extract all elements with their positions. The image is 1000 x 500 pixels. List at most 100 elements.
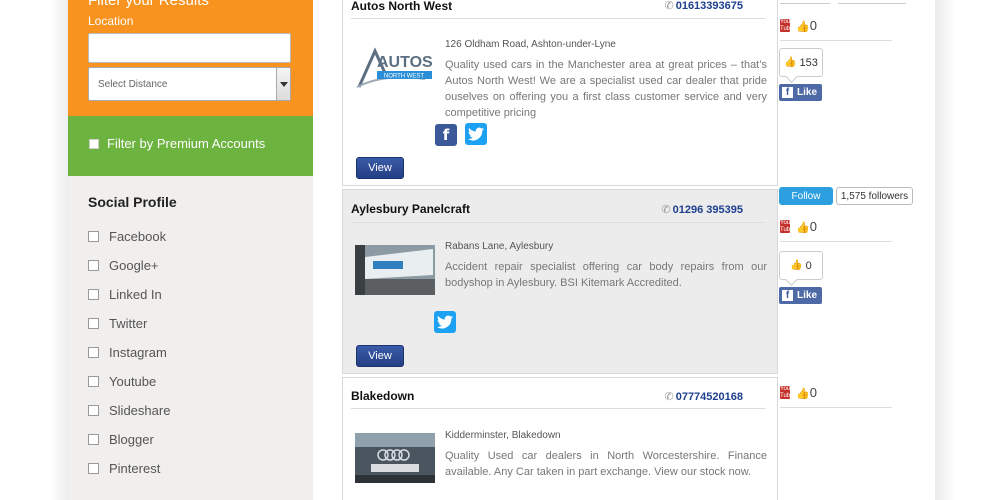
checkbox[interactable] [88, 231, 99, 242]
checkbox[interactable] [88, 434, 99, 445]
listing-phone[interactable]: ✆ 07774520168 [664, 390, 743, 403]
social-profile-list: Facebook Google+ Linked In Twitter Insta… [88, 222, 170, 483]
social-filter-label: Instagram [109, 345, 167, 360]
twitter-followers-count[interactable]: 1,575 followers [836, 187, 913, 205]
youtube-icon[interactable]: You Tube [780, 19, 793, 32]
twitter-follow-button[interactable]: Follow [779, 187, 833, 205]
twitter-icon[interactable] [434, 311, 456, 333]
page-shadow-right [935, 0, 955, 500]
facebook-like-button[interactable]: f Like [779, 287, 822, 304]
twitter-icon[interactable] [465, 123, 487, 145]
checkbox[interactable] [88, 376, 99, 387]
listing-name[interactable]: Blakedown [351, 389, 414, 403]
youtube-like-count: 👍0 [796, 385, 817, 400]
social-filter-label: Blogger [109, 432, 154, 447]
phone-icon: ✆ [664, 0, 674, 12]
location-input[interactable] [88, 33, 291, 63]
bodyshop-photo [355, 245, 435, 295]
checkbox[interactable] [88, 289, 99, 300]
checkbox[interactable] [88, 318, 99, 329]
car-photo [355, 433, 435, 483]
listing-phone[interactable]: ✆ 01296 395395 [661, 203, 743, 216]
social-filter-label: Facebook [109, 229, 167, 244]
logo-text: AUTOS [377, 54, 433, 71]
social-filter-linkedin[interactable]: Linked In [88, 280, 170, 309]
thumbs-up-icon: 👍 [790, 260, 803, 271]
facebook-like-count: 👍 0 [779, 251, 823, 280]
listing-photo[interactable] [355, 433, 435, 483]
thumbs-up-icon: 👍 [796, 388, 810, 400]
listing-photo[interactable] [355, 245, 435, 295]
listing-address: Rabans Lane, Aylesbury [445, 241, 554, 252]
top-widget-fragment [780, 0, 830, 4]
checkbox[interactable] [88, 405, 99, 416]
social-filter-slideshare[interactable]: Slideshare [88, 396, 170, 425]
listing-description: Accident repair specialist offering car … [445, 261, 767, 289]
listing-name[interactable]: Autos North West [351, 0, 452, 13]
view-button[interactable]: View [356, 157, 404, 179]
listing-card: Autos North West ✆ 01613393675 AUTOS NORT… [342, 0, 778, 186]
listing-card: Blakedown ✆ 07774520168 Kidderminster, Bl… [342, 377, 778, 500]
social-filter-instagram[interactable]: Instagram [88, 338, 170, 367]
facebook-icon: f [782, 290, 793, 301]
top-widget-fragment [838, 0, 906, 4]
listing-address: Kidderminster, Blakedown [445, 430, 561, 441]
social-filter-label: Google+ [109, 258, 159, 273]
facebook-like-button[interactable]: f Like [779, 84, 822, 101]
distance-select-value: Select Distance [98, 79, 168, 90]
facebook-like-count: 👍 153 [779, 48, 823, 77]
youtube-like-count: 👍0 [796, 18, 817, 33]
premium-filter-label: Filter by Premium Accounts [107, 136, 266, 151]
youtube-like-count: 👍0 [796, 219, 817, 234]
youtube-stats: You Tube 👍0 [780, 218, 892, 242]
social-filter-youtube[interactable]: Youtube [88, 367, 170, 396]
view-button[interactable]: View [356, 345, 404, 367]
social-filter-twitter[interactable]: Twitter [88, 309, 170, 338]
listing-description: Quality used cars in the Manchester area… [445, 59, 767, 119]
page-shadow-left [50, 0, 68, 500]
social-filter-label: Twitter [109, 316, 148, 331]
location-label: Location [88, 14, 134, 28]
phone-icon: ✆ [664, 391, 674, 403]
youtube-icon[interactable]: You Tube [780, 386, 793, 399]
social-filter-blogger[interactable]: Blogger [88, 425, 170, 454]
autos-north-west-logo: AUTOS NORTH WEST [356, 47, 433, 88]
distance-select[interactable]: Select Distance [88, 67, 291, 101]
listing-name[interactable]: Aylesbury Panelcraft [351, 202, 470, 216]
phone-number: 01613393675 [675, 0, 743, 12]
facebook-icon[interactable]: f [435, 124, 457, 146]
thumbs-up-icon: 👍 [796, 222, 810, 234]
thumbs-up-icon: 👍 [784, 57, 797, 68]
logo-subtext: NORTH WEST [384, 74, 425, 80]
social-filter-label: Linked In [109, 287, 162, 302]
youtube-icon[interactable]: You Tube [780, 220, 793, 233]
social-filter-label: Slideshare [109, 403, 171, 418]
youtube-stats: You Tube 👍0 [780, 17, 892, 41]
phone-icon: ✆ [661, 204, 671, 216]
listing-logo[interactable]: AUTOS NORTH WEST [355, 43, 435, 93]
social-filter-label: Pinterest [109, 461, 161, 476]
facebook-icon: f [782, 87, 793, 98]
social-filter-pinterest[interactable]: Pinterest [88, 454, 170, 483]
social-profile-title: Social Profile [88, 194, 177, 210]
phone-number: 01296 395395 [672, 204, 743, 216]
divider [351, 408, 765, 409]
thumbs-up-icon: 👍 [796, 21, 810, 33]
listing-phone[interactable]: ✆ 01613393675 [664, 0, 743, 12]
filter-title: Filter your Results [88, 0, 209, 9]
listing-card: Aylesbury Panelcraft ✆ 01296 395395 Raban… [342, 189, 778, 374]
divider [351, 18, 765, 19]
filter-panel: Filter your Results Location Select Dist… [68, 0, 313, 116]
phone-number: 07774520168 [675, 391, 743, 403]
checkbox[interactable] [88, 260, 99, 271]
checkbox[interactable] [88, 463, 99, 474]
social-filter-facebook[interactable]: Facebook [88, 222, 170, 251]
social-filter-label: Youtube [109, 374, 157, 389]
premium-filter[interactable]: Filter by Premium Accounts [68, 116, 313, 176]
sidebar: Filter your Results Location Select Dist… [68, 0, 313, 500]
youtube-stats: You Tube 👍0 [780, 384, 892, 408]
checkbox[interactable] [88, 347, 99, 358]
premium-checkbox[interactable] [89, 139, 99, 149]
social-filter-googleplus[interactable]: Google+ [88, 251, 170, 280]
chevron-down-icon[interactable] [276, 68, 290, 100]
